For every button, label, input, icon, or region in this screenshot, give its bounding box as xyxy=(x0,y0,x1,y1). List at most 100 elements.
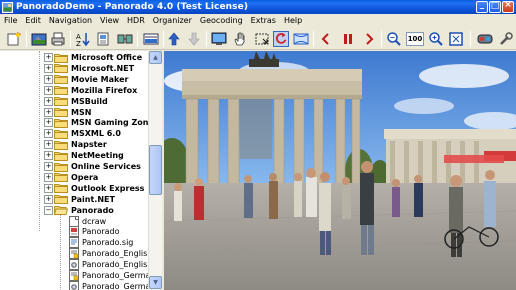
expand-toggle[interactable]: + xyxy=(44,96,53,106)
tree-folder[interactable]: Microsoft Office xyxy=(54,52,142,63)
zoom-100-button[interactable]: 100 xyxy=(406,32,424,46)
tree-folder[interactable]: Panorado xyxy=(53,205,114,216)
new-window-icon[interactable] xyxy=(6,31,22,47)
screen-icon[interactable] xyxy=(211,31,227,47)
tree-file-label: Panorado_English xyxy=(82,249,153,259)
maximize-button[interactable]: □ xyxy=(489,1,501,13)
tree-folder-label: Microsoft.NET xyxy=(71,63,135,73)
tree-folder[interactable]: MSN Gaming Zone xyxy=(54,117,154,128)
file-icon xyxy=(69,270,79,281)
menu-view[interactable]: View xyxy=(96,16,123,25)
rectangle-select-icon[interactable] xyxy=(254,31,270,47)
panorama-view[interactable] xyxy=(164,51,516,290)
tree-folder[interactable]: Mozilla Firefox xyxy=(54,85,137,96)
tree-folder[interactable]: Movie Maker xyxy=(54,74,128,85)
folder-icon xyxy=(54,74,68,85)
tree-file-label: Panorado_German xyxy=(82,271,156,280)
tree-folder-label: NetMeeting xyxy=(71,151,124,161)
folder-icon xyxy=(54,107,68,117)
tree-folder[interactable]: Microsoft.NET xyxy=(54,63,134,74)
tree-folder[interactable]: Outlook Express xyxy=(54,183,144,194)
window-title: PanoradoDemo - Panorado 4.0 (Test Licens… xyxy=(16,2,249,12)
image-list-icon[interactable] xyxy=(96,31,112,47)
fit-icon[interactable] xyxy=(448,31,464,47)
photo-icon[interactable] xyxy=(31,31,47,47)
expand-toggle[interactable]: + xyxy=(44,107,53,117)
menu-help[interactable]: Help xyxy=(280,16,306,25)
tree-folder-label: Napster xyxy=(71,140,107,150)
zoom-out-icon[interactable] xyxy=(428,31,444,47)
tree-file[interactable]: Panorado xyxy=(69,226,120,238)
previous-icon[interactable] xyxy=(318,31,334,47)
expand-toggle[interactable]: + xyxy=(44,85,53,95)
stitch-icon[interactable] xyxy=(143,31,159,47)
tree-file[interactable]: Panorado.sig xyxy=(69,237,133,249)
expand-toggle[interactable]: + xyxy=(44,194,53,204)
folder-icon xyxy=(54,172,68,183)
app-icon xyxy=(2,1,13,13)
tree-folder-label: Mozilla Firefox xyxy=(71,85,138,95)
print-icon[interactable] xyxy=(50,31,66,47)
tree-folder[interactable]: Opera xyxy=(54,172,98,183)
folder-icon xyxy=(54,162,68,172)
maximize-icon: □ xyxy=(490,1,500,11)
sort-icon[interactable]: AZ xyxy=(75,31,91,47)
tree-file[interactable]: Panorado_English xyxy=(69,248,153,260)
scroll-thumb[interactable] xyxy=(149,145,162,195)
tools-icon[interactable] xyxy=(498,31,514,47)
expand-toggle[interactable]: + xyxy=(44,53,53,62)
tree-folder[interactable]: Napster xyxy=(54,139,107,150)
tree-scrollbar[interactable]: ▲ ▼ xyxy=(148,51,162,290)
next-icon[interactable] xyxy=(361,31,377,47)
folder-tree: Microsoft Office + Microsoft.NET + Movie Mak… xyxy=(0,51,162,290)
panorama-icon[interactable] xyxy=(117,31,133,47)
expand-toggle[interactable]: + xyxy=(44,140,53,150)
folder-icon xyxy=(54,118,68,128)
close-button[interactable]: × xyxy=(502,0,514,13)
tree-folder[interactable]: NetMeeting xyxy=(54,150,124,161)
tree-file[interactable]: Panorado_German xyxy=(69,270,156,281)
folder-icon xyxy=(54,63,68,74)
tree-folder[interactable]: MSBuild xyxy=(54,96,108,107)
tree-file-label: dcraw xyxy=(82,216,107,226)
tree-file[interactable]: dcraw xyxy=(69,215,107,227)
expand-toggle[interactable]: + xyxy=(44,129,53,139)
tree-folder-label: Outlook Express xyxy=(71,183,145,193)
menu-hdr[interactable]: HDR xyxy=(123,16,149,25)
expand-toggle[interactable]: + xyxy=(44,151,53,161)
tree-folder-label: MSBuild xyxy=(71,96,108,106)
arrow-up-icon[interactable] xyxy=(166,31,182,47)
expand-toggle[interactable]: + xyxy=(44,118,53,128)
pan-view-icon[interactable] xyxy=(293,31,309,47)
tree-folder-label: MSN xyxy=(71,107,92,117)
hand-icon[interactable] xyxy=(232,31,248,47)
folder-icon xyxy=(54,194,68,205)
file-icon xyxy=(69,280,79,290)
menu-extras[interactable]: Extras xyxy=(247,16,280,25)
expand-toggle[interactable]: + xyxy=(44,162,53,171)
menu-geocoding[interactable]: Geocoding xyxy=(196,16,247,25)
menu-navigation[interactable]: Navigation xyxy=(45,16,96,25)
expand-toggle[interactable]: + xyxy=(44,172,53,182)
scroll-down-button[interactable]: ▼ xyxy=(149,276,162,289)
zoom-in-icon[interactable] xyxy=(386,31,402,47)
menu-organizer[interactable]: Organizer xyxy=(149,16,196,25)
minimize-button[interactable]: _ xyxy=(476,0,488,13)
pause-icon[interactable] xyxy=(340,31,356,47)
tree-folder[interactable]: MSXML 6.0 xyxy=(54,128,121,139)
stereo-icon[interactable] xyxy=(477,31,493,47)
expand-toggle[interactable]: + xyxy=(44,74,53,84)
expand-toggle[interactable]: + xyxy=(44,63,53,73)
scroll-up-button[interactable]: ▲ xyxy=(149,51,162,64)
tree-folder[interactable]: Paint.NET xyxy=(54,194,115,205)
menu-file[interactable]: File xyxy=(0,16,21,25)
menu-edit[interactable]: Edit xyxy=(21,16,45,25)
minimize-icon: _ xyxy=(479,0,485,10)
tree-folder[interactable]: Online Services xyxy=(54,161,141,172)
expand-toggle[interactable]: − xyxy=(44,205,53,215)
expand-toggle[interactable]: + xyxy=(44,183,53,193)
tree-folder[interactable]: MSN xyxy=(54,107,91,118)
rotate-icon[interactable] xyxy=(273,31,289,47)
arrow-down-icon[interactable] xyxy=(186,31,202,47)
close-icon: × xyxy=(504,0,512,10)
